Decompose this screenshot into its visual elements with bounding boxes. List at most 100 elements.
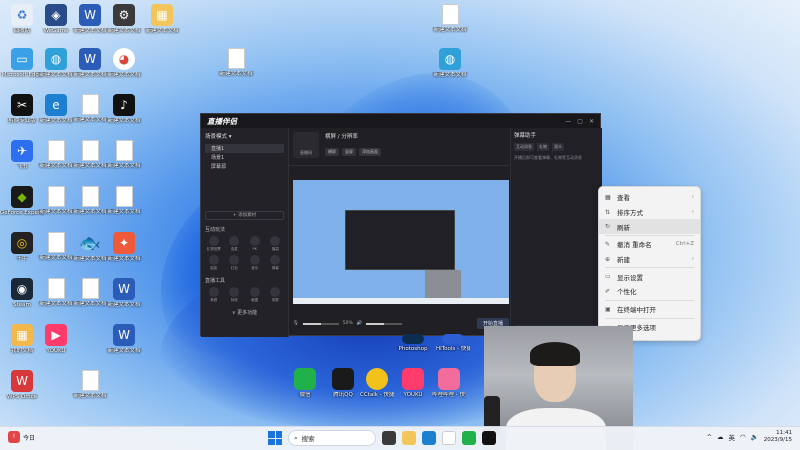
speaker-icon[interactable]: 🔊 (357, 321, 363, 326)
desktop-icon-text-doc[interactable]: 新建文本文档 (428, 4, 472, 34)
menu-item-open-terminal[interactable]: ▣ 在终端中打开 (599, 302, 700, 317)
scene-mode-dropdown[interactable]: 场景模式 ▾ (205, 132, 232, 140)
tool-item[interactable]: 福袋 (267, 236, 285, 252)
speaker-volume-slider[interactable] (366, 322, 403, 325)
desktop-icon-tiktok[interactable]: ♪ 新建文本文档 (102, 94, 146, 125)
desktop-icon-word[interactable]: W 新建文本文档 (102, 278, 146, 309)
streaming-app-window[interactable]: 直播伴侣 — ▢ ✕ 场景模式 ▾ 直播1 场景1 屏幕源 + 添加素材 互动玩… (200, 113, 602, 337)
tool-item[interactable]: 红包 (226, 255, 244, 271)
tool-item[interactable]: 连麦 (226, 236, 244, 252)
weather-widget[interactable]: ! 今日 (8, 431, 35, 443)
word-icon: W (79, 48, 101, 70)
maximize-icon[interactable]: ▢ (577, 118, 583, 125)
word-icon: W (113, 324, 135, 346)
text-file-icon (115, 186, 133, 207)
tool-icon (249, 255, 260, 265)
tab-viewers[interactable]: 观众 (552, 143, 564, 151)
menu-item-sort[interactable]: ⇅ 排序方式 › (599, 205, 700, 220)
wechat-taskbar-icon[interactable] (462, 431, 476, 445)
edge-icon: e (45, 94, 67, 116)
more-functions-link[interactable]: ∨ 更多功能 (205, 309, 284, 316)
desktop-icon-text-doc[interactable]: 新建文本文档 (102, 140, 146, 170)
clock[interactable]: 11:41 2023/9/15 (764, 430, 792, 444)
tool-item[interactable]: 特效 (226, 287, 244, 303)
start-button[interactable] (268, 431, 282, 445)
tool-icon (229, 287, 240, 297)
desktop-icon-folder[interactable]: ▦ 新建文本文档 (140, 4, 184, 35)
bilibili-icon (438, 368, 460, 390)
desktop-icon-chrome[interactable]: ◕ 新建文本文档 (102, 48, 146, 79)
cloud-icon[interactable]: ☁ (717, 433, 724, 441)
mic-icon[interactable]: 🎙 (293, 321, 299, 326)
desktop-icon-photoshop[interactable]: Photoshop (396, 334, 430, 353)
desktop-icon-youku[interactable]: ▶ YOUKU (34, 324, 78, 355)
text-file-icon (81, 370, 99, 391)
tool-item[interactable]: 礼物投票 (205, 236, 223, 252)
menu-item-undo-rename[interactable]: ✎ 撤消 重命名 Ctrl+Z (599, 237, 700, 252)
terminal-icon: ▣ (605, 305, 611, 313)
tool-item[interactable]: 抽奖 (205, 255, 223, 271)
file-explorer-icon[interactable] (402, 431, 416, 445)
menu-item-display-settings[interactable]: ▭ 显示设置 (599, 269, 700, 284)
live-room-tile[interactable]: 直播间 (293, 132, 319, 158)
tab-portrait[interactable]: 竖屏 (342, 148, 356, 156)
tool-item[interactable]: 美颜 (205, 287, 223, 303)
lang-indicator[interactable]: 英 (729, 432, 736, 442)
tab-gifts[interactable]: 礼物 (537, 143, 549, 151)
menu-item-new[interactable]: ⊕ 新建 › (599, 252, 700, 267)
text-file-icon (47, 140, 65, 161)
person-hair (530, 342, 580, 366)
close-icon[interactable]: ✕ (589, 118, 594, 125)
desktop-icon-text-doc[interactable]: 新建文本文档 (102, 186, 146, 216)
chevron-up-icon[interactable]: ^ (707, 433, 712, 441)
stream-preview[interactable] (293, 180, 509, 304)
desktop-icon-word[interactable]: W 新建文本文档 (102, 324, 146, 355)
tool-item[interactable]: 截图 (246, 287, 264, 303)
danmu-placeholder: 开播后即可查看弹幕、礼物等互动消息 (514, 155, 582, 160)
tool-icon (249, 287, 260, 297)
scene-item[interactable]: 场景1 (205, 153, 284, 162)
left-panel: 场景模式 ▾ 直播1 场景1 屏幕源 + 添加素材 互动玩法 礼物投票 连麦 P… (201, 128, 289, 337)
scene-item[interactable]: 屏幕源 (205, 162, 284, 171)
desktop-icon-qq[interactable]: 腾讯QQ (326, 368, 360, 399)
news-icon: ! (8, 431, 20, 443)
tool-icon (208, 236, 219, 246)
tool-item[interactable]: 音乐 (246, 255, 264, 271)
streaming-app-taskbar-icon[interactable] (482, 431, 496, 445)
menu-item-refresh[interactable]: ↻ 刷新 (599, 219, 700, 235)
taskbar: ! 今日 ⌕ 搜索 ^ ☁ 英 ◠ 🔈 11:41 2023/9/15 (0, 426, 800, 450)
volume-icon[interactable]: 🔈 (751, 433, 759, 441)
interact-section-title: 互动玩法 (205, 227, 226, 233)
desktop-icon-tool[interactable]: ✦ 新建文本文档 (102, 232, 146, 263)
desktop-context-menu[interactable]: ▦ 查看 › ⇅ 排序方式 › ↻ 刷新 ✎ 撤消 重命名 Ctrl+Z ⊕ 新… (598, 186, 701, 341)
edge-taskbar-icon[interactable] (422, 431, 436, 445)
window-titlebar[interactable]: 直播伴侣 — ▢ ✕ (201, 114, 600, 128)
tab-landscape[interactable]: 横屏 (325, 148, 339, 156)
tool-item[interactable]: 弹幕 (267, 255, 285, 271)
scene-item[interactable]: 直播1 (205, 144, 284, 153)
desktop-icon-text-doc[interactable]: 新建文本文档 (68, 370, 112, 400)
desktop-icon-youku[interactable]: YOUKU (396, 368, 430, 399)
minimize-icon[interactable]: — (565, 118, 571, 125)
menu-item-personalize[interactable]: ✐ 个性化 (599, 284, 700, 299)
room-title: 横屏 / 分辨率 (325, 134, 358, 140)
mic-volume-slider[interactable] (302, 322, 339, 325)
desktop-icon-bilibili[interactable]: 哔哩哔哩 - 快捷方式 (432, 368, 466, 399)
menu-item-view[interactable]: ▦ 查看 › (599, 190, 700, 205)
task-view-icon[interactable] (382, 431, 396, 445)
desktop-icon-cctalk[interactable]: CCtalk - 快捷方式 (360, 368, 394, 399)
preview-taskbar (293, 298, 509, 304)
taskbar-search[interactable]: ⌕ 搜索 (288, 430, 376, 446)
add-source-button[interactable]: + 添加素材 (205, 211, 284, 220)
desktop-icon-wechat[interactable]: 微信 (288, 368, 322, 399)
desktop-icon-hitools[interactable]: HiTools - 快捷方式 (436, 334, 470, 353)
chrome-taskbar-icon[interactable] (442, 431, 456, 445)
tab-add-scene[interactable]: 添加画面 (359, 148, 381, 156)
desktop-icon-text-doc[interactable]: 新建文本文档 (214, 48, 258, 78)
tab-messages[interactable]: 互动消息 (514, 143, 534, 151)
tool-item[interactable]: PK (246, 236, 264, 252)
wifi-icon[interactable]: ◠ (740, 433, 746, 441)
desktop-icon-globe[interactable]: ◍ 新建文本文档 (428, 48, 472, 79)
tool-item[interactable]: 录屏 (267, 287, 285, 303)
desktop-icon-wps[interactable]: W WPS Office (0, 370, 44, 401)
